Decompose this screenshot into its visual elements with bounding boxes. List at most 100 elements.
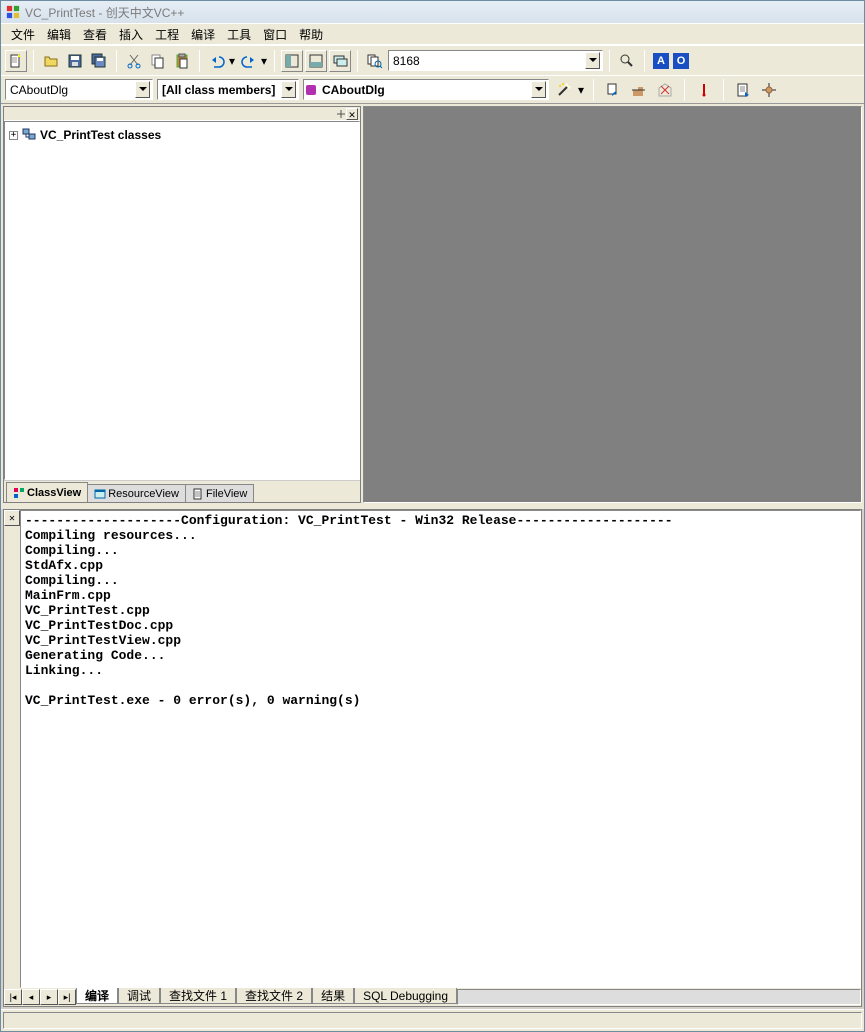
status-bar — [1, 1009, 864, 1031]
tree-root-label: VC_PrintTest classes — [40, 128, 161, 142]
output-tab-sql[interactable]: SQL Debugging — [354, 988, 457, 1004]
member-combo-text: CAboutDlg — [320, 83, 531, 97]
output-tab-find2[interactable]: 查找文件 2 — [236, 988, 312, 1004]
menu-tools[interactable]: 工具 — [221, 24, 257, 45]
output-text[interactable]: --------------------Configuration: VC_Pr… — [20, 510, 861, 988]
find-button[interactable] — [616, 50, 638, 72]
menu-help[interactable]: 帮助 — [293, 24, 329, 45]
save-all-button[interactable] — [88, 50, 110, 72]
find-combo[interactable]: 8168 — [388, 50, 603, 71]
tab-label: ClassView — [27, 487, 81, 499]
chevron-down-icon[interactable] — [281, 81, 296, 98]
menu-project[interactable]: 工程 — [149, 24, 185, 45]
undo-dropdown[interactable]: ▾ — [228, 54, 236, 68]
wizard-toolbar: CAboutDlg [All class members] CAboutDlg … — [1, 75, 864, 103]
undo-button[interactable] — [206, 50, 228, 72]
menu-build[interactable]: 编译 — [185, 24, 221, 45]
output-left-scroll: ✕ — [4, 510, 20, 988]
cut-button[interactable] — [123, 50, 145, 72]
separator — [357, 50, 358, 72]
scroll-last-button[interactable]: ▸| — [58, 989, 76, 1005]
window-title: VC_PrintTest - 创天中文VC++ — [25, 4, 184, 21]
wizard-dropdown[interactable]: ▾ — [577, 83, 585, 97]
class-combo-text: CAboutDlg — [8, 83, 135, 97]
paste-button[interactable] — [171, 50, 193, 72]
open-button[interactable] — [40, 50, 62, 72]
workspace-button[interactable] — [281, 50, 303, 72]
tree-root[interactable]: + VC_PrintTest classes — [9, 126, 355, 144]
save-button[interactable] — [64, 50, 86, 72]
menu-insert[interactable]: 插入 — [113, 24, 149, 45]
tab-fileview[interactable]: FileView — [185, 484, 254, 502]
separator — [33, 50, 34, 72]
new-text-button[interactable] — [5, 50, 27, 72]
window-list-button[interactable] — [329, 50, 351, 72]
filter-combo-text: [All class members] — [160, 83, 281, 97]
output-tab-find1[interactable]: 查找文件 1 — [160, 988, 236, 1004]
tab-label: 结果 — [321, 987, 345, 1004]
class-icon — [306, 85, 316, 95]
output-tab-debug[interactable]: 调试 — [118, 988, 160, 1004]
scroll-next-button[interactable]: ▸ — [40, 989, 58, 1005]
scroll-first-button[interactable]: |◂ — [4, 989, 22, 1005]
output-button[interactable] — [305, 50, 327, 72]
member-combo[interactable]: CAboutDlg — [303, 79, 549, 100]
app-window: VC_PrintTest - 创天中文VC++ 文件 编辑 查看 插入 工程 编… — [0, 0, 865, 1032]
editor-area[interactable] — [363, 106, 862, 503]
output-tab-build[interactable]: 编译 — [76, 988, 118, 1004]
main-area: ✕ + VC_PrintTest classes ClassView Resou… — [1, 103, 864, 505]
wizard-action-button[interactable] — [553, 79, 575, 101]
tab-label: 编译 — [85, 987, 109, 1004]
filter-combo[interactable]: [All class members] — [157, 79, 299, 100]
output-hscroll[interactable] — [457, 989, 861, 1005]
tab-label: FileView — [206, 488, 247, 500]
insert-breakpoint-button[interactable] — [758, 79, 780, 101]
menu-edit[interactable]: 编辑 — [41, 24, 77, 45]
output-pane: ✕ --------------------Configuration: VC_… — [3, 509, 862, 1007]
separator — [274, 50, 275, 72]
chevron-down-icon[interactable] — [135, 81, 150, 98]
scroll-prev-button[interactable]: ◂ — [22, 989, 40, 1005]
status-text — [3, 1012, 862, 1029]
separator — [644, 50, 645, 72]
workspace-pane: ✕ + VC_PrintTest classes ClassView Resou… — [3, 106, 361, 503]
find-in-files-button[interactable] — [364, 50, 386, 72]
separator — [609, 50, 610, 72]
classes-icon — [22, 127, 36, 144]
close-output-button[interactable]: ✕ — [4, 510, 20, 526]
redo-dropdown[interactable]: ▾ — [260, 54, 268, 68]
hanzi-a-badge[interactable]: A — [653, 53, 669, 69]
compile-button[interactable] — [602, 79, 624, 101]
output-tabs: 编译 调试 查找文件 1 查找文件 2 结果 SQL Debugging — [76, 988, 457, 1006]
menu-file[interactable]: 文件 — [5, 24, 41, 45]
menu-window[interactable]: 窗口 — [257, 24, 293, 45]
output-footer: |◂ ◂ ▸ ▸| 编译 调试 查找文件 1 查找文件 2 结果 SQL Deb… — [4, 988, 861, 1006]
build-button[interactable] — [628, 79, 650, 101]
close-pane-button[interactable]: ✕ — [346, 108, 358, 120]
tab-classview[interactable]: ClassView — [6, 482, 88, 502]
go-button[interactable] — [732, 79, 754, 101]
separator — [593, 79, 594, 101]
menu-bar: 文件 编辑 查看 插入 工程 编译 工具 窗口 帮助 — [1, 23, 864, 45]
pin-icon[interactable] — [336, 109, 346, 119]
hanzi-o-badge[interactable]: O — [673, 53, 689, 69]
tab-label: ResourceView — [108, 488, 179, 500]
app-icon — [5, 4, 21, 20]
chevron-down-icon[interactable] — [585, 52, 600, 69]
output-tab-results[interactable]: 结果 — [312, 988, 354, 1004]
execute-button[interactable] — [693, 79, 715, 101]
title-bar[interactable]: VC_PrintTest - 创天中文VC++ — [1, 1, 864, 23]
menu-view[interactable]: 查看 — [77, 24, 113, 45]
separator — [199, 50, 200, 72]
chevron-down-icon[interactable] — [531, 81, 546, 98]
tab-label: 调试 — [127, 987, 151, 1004]
tab-resourceview[interactable]: ResourceView — [87, 484, 186, 502]
stop-build-button[interactable] — [654, 79, 676, 101]
expand-icon[interactable]: + — [9, 131, 18, 140]
class-combo[interactable]: CAboutDlg — [5, 79, 153, 100]
redo-button[interactable] — [238, 50, 260, 72]
class-tree[interactable]: + VC_PrintTest classes — [4, 121, 360, 480]
workspace-tabs: ClassView ResourceView FileView — [4, 480, 360, 502]
copy-button[interactable] — [147, 50, 169, 72]
tab-label: 查找文件 1 — [169, 987, 227, 1004]
